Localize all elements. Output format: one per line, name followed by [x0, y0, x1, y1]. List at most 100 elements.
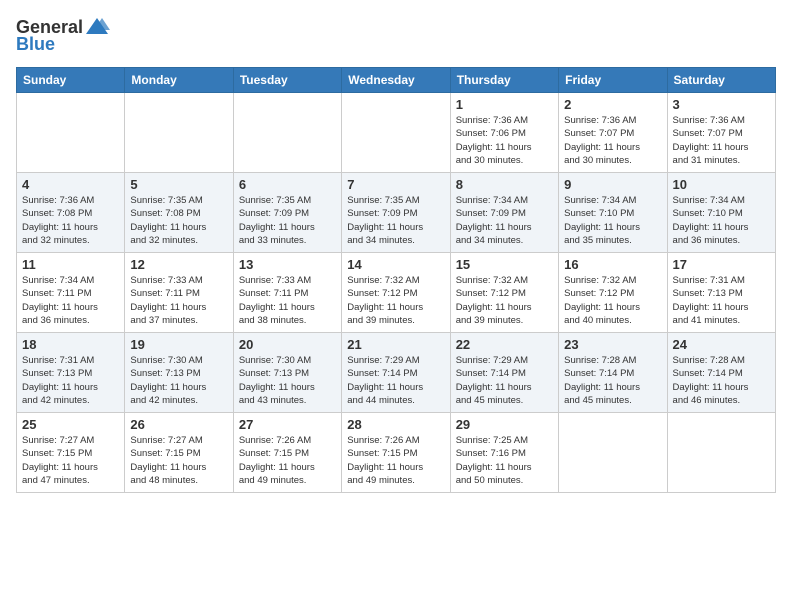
calendar-cell: 13Sunrise: 7:33 AM Sunset: 7:11 PM Dayli…	[233, 253, 341, 333]
calendar-cell: 10 Sunrise: 7:34 AM Sunset: 7:10 PM Dayli…	[667, 173, 775, 253]
weekday-header: Friday	[559, 68, 667, 93]
calendar-cell: 25Sunrise: 7:27 AM Sunset: 7:15 PM Dayli…	[17, 413, 125, 493]
calendar-cell: 2 Sunrise: 7:36 AM Sunset: 7:07 PM Daylig…	[559, 93, 667, 173]
calendar-cell: 6Sunrise: 7:35 AM Sunset: 7:09 PM Daylig…	[233, 173, 341, 253]
day-info: Sunrise: 7:36 AM Sunset: 7:07 PM Dayligh…	[564, 114, 661, 167]
day-number: 8	[456, 177, 553, 192]
day-info: Sunrise: 7:26 AM Sunset: 7:15 PM Dayligh…	[239, 434, 336, 487]
day-number: 20	[239, 337, 336, 352]
day-number: 14	[347, 257, 444, 272]
calendar-cell: 7 Sunrise: 7:35 AM Sunset: 7:09 PM Daylig…	[342, 173, 450, 253]
day-number: 21	[347, 337, 444, 352]
calendar-cell	[559, 413, 667, 493]
day-info: Sunrise: 7:32 AM Sunset: 7:12 PM Dayligh…	[564, 274, 661, 327]
day-number: 7	[347, 177, 444, 192]
day-info: Sunrise: 7:34 AM Sunset: 7:11 PM Dayligh…	[22, 274, 119, 327]
day-number: 28	[347, 417, 444, 432]
day-number: 24	[673, 337, 770, 352]
weekday-header: Monday	[125, 68, 233, 93]
day-info: Sunrise: 7:30 AM Sunset: 7:13 PM Dayligh…	[239, 354, 336, 407]
calendar-cell: 29 Sunrise: 7:25 AM Sunset: 7:16 PM Dayli…	[450, 413, 558, 493]
day-info: Sunrise: 7:34 AM Sunset: 7:10 PM Dayligh…	[673, 194, 770, 247]
calendar-cell: 22 Sunrise: 7:29 AM Sunset: 7:14 PM Dayli…	[450, 333, 558, 413]
day-info: Sunrise: 7:35 AM Sunset: 7:08 PM Dayligh…	[130, 194, 227, 247]
weekday-header: Thursday	[450, 68, 558, 93]
day-number: 10	[673, 177, 770, 192]
day-info: Sunrise: 7:34 AM Sunset: 7:10 PM Dayligh…	[564, 194, 661, 247]
calendar-cell: 1 Sunrise: 7:36 AM Sunset: 7:06 PM Daylig…	[450, 93, 558, 173]
calendar-cell: 14 Sunrise: 7:32 AM Sunset: 7:12 PM Dayli…	[342, 253, 450, 333]
day-info: Sunrise: 7:36 AM Sunset: 7:08 PM Dayligh…	[22, 194, 119, 247]
calendar-cell: 8Sunrise: 7:34 AM Sunset: 7:09 PM Daylig…	[450, 173, 558, 253]
day-info: Sunrise: 7:35 AM Sunset: 7:09 PM Dayligh…	[239, 194, 336, 247]
day-number: 19	[130, 337, 227, 352]
day-number: 29	[456, 417, 553, 432]
day-number: 17	[673, 257, 770, 272]
page-header: General Blue	[16, 16, 776, 55]
day-info: Sunrise: 7:32 AM Sunset: 7:12 PM Dayligh…	[347, 274, 444, 327]
calendar-cell: 27 Sunrise: 7:26 AM Sunset: 7:15 PM Dayli…	[233, 413, 341, 493]
day-info: Sunrise: 7:36 AM Sunset: 7:07 PM Dayligh…	[673, 114, 770, 167]
calendar-cell	[125, 93, 233, 173]
calendar-cell	[17, 93, 125, 173]
day-number: 3	[673, 97, 770, 112]
day-info: Sunrise: 7:27 AM Sunset: 7:15 PM Dayligh…	[130, 434, 227, 487]
day-number: 13	[239, 257, 336, 272]
calendar-cell: 18 Sunrise: 7:31 AM Sunset: 7:13 PM Dayli…	[17, 333, 125, 413]
weekday-header: Saturday	[667, 68, 775, 93]
day-info: Sunrise: 7:32 AM Sunset: 7:12 PM Dayligh…	[456, 274, 553, 327]
calendar-cell: 3 Sunrise: 7:36 AM Sunset: 7:07 PM Daylig…	[667, 93, 775, 173]
day-info: Sunrise: 7:26 AM Sunset: 7:15 PM Dayligh…	[347, 434, 444, 487]
weekday-header: Sunday	[17, 68, 125, 93]
day-number: 25	[22, 417, 119, 432]
calendar-cell: 21 Sunrise: 7:29 AM Sunset: 7:14 PM Dayli…	[342, 333, 450, 413]
calendar-cell: 23 Sunrise: 7:28 AM Sunset: 7:14 PM Dayli…	[559, 333, 667, 413]
day-number: 12	[130, 257, 227, 272]
logo: General Blue	[16, 16, 111, 55]
day-info: Sunrise: 7:29 AM Sunset: 7:14 PM Dayligh…	[456, 354, 553, 407]
calendar-cell: 26 Sunrise: 7:27 AM Sunset: 7:15 PM Dayli…	[125, 413, 233, 493]
calendar-cell: 19 Sunrise: 7:30 AM Sunset: 7:13 PM Dayli…	[125, 333, 233, 413]
day-info: Sunrise: 7:36 AM Sunset: 7:06 PM Dayligh…	[456, 114, 553, 167]
weekday-header: Wednesday	[342, 68, 450, 93]
calendar-cell: 15 Sunrise: 7:32 AM Sunset: 7:12 PM Dayli…	[450, 253, 558, 333]
day-number: 15	[456, 257, 553, 272]
calendar-cell: 5 Sunrise: 7:35 AM Sunset: 7:08 PM Daylig…	[125, 173, 233, 253]
logo-icon	[84, 16, 110, 38]
day-number: 18	[22, 337, 119, 352]
day-number: 9	[564, 177, 661, 192]
day-info: Sunrise: 7:31 AM Sunset: 7:13 PM Dayligh…	[22, 354, 119, 407]
weekday-header: Tuesday	[233, 68, 341, 93]
calendar-table: SundayMondayTuesdayWednesdayThursdayFrid…	[16, 67, 776, 493]
day-number: 1	[456, 97, 553, 112]
calendar-cell	[233, 93, 341, 173]
day-info: Sunrise: 7:31 AM Sunset: 7:13 PM Dayligh…	[673, 274, 770, 327]
logo-text-blue: Blue	[16, 34, 55, 55]
calendar-cell: 9 Sunrise: 7:34 AM Sunset: 7:10 PM Daylig…	[559, 173, 667, 253]
day-info: Sunrise: 7:28 AM Sunset: 7:14 PM Dayligh…	[564, 354, 661, 407]
day-number: 4	[22, 177, 119, 192]
calendar-cell	[667, 413, 775, 493]
calendar-cell: 28 Sunrise: 7:26 AM Sunset: 7:15 PM Dayli…	[342, 413, 450, 493]
day-number: 11	[22, 257, 119, 272]
day-number: 23	[564, 337, 661, 352]
day-number: 2	[564, 97, 661, 112]
day-info: Sunrise: 7:30 AM Sunset: 7:13 PM Dayligh…	[130, 354, 227, 407]
day-number: 26	[130, 417, 227, 432]
day-number: 22	[456, 337, 553, 352]
day-info: Sunrise: 7:25 AM Sunset: 7:16 PM Dayligh…	[456, 434, 553, 487]
day-info: Sunrise: 7:29 AM Sunset: 7:14 PM Dayligh…	[347, 354, 444, 407]
day-info: Sunrise: 7:28 AM Sunset: 7:14 PM Dayligh…	[673, 354, 770, 407]
day-info: Sunrise: 7:33 AM Sunset: 7:11 PM Dayligh…	[130, 274, 227, 327]
calendar-cell: 11 Sunrise: 7:34 AM Sunset: 7:11 PM Dayli…	[17, 253, 125, 333]
day-number: 5	[130, 177, 227, 192]
day-number: 16	[564, 257, 661, 272]
calendar-cell: 16 Sunrise: 7:32 AM Sunset: 7:12 PM Dayli…	[559, 253, 667, 333]
calendar-cell: 4 Sunrise: 7:36 AM Sunset: 7:08 PM Daylig…	[17, 173, 125, 253]
calendar-cell	[342, 93, 450, 173]
day-number: 27	[239, 417, 336, 432]
day-info: Sunrise: 7:35 AM Sunset: 7:09 PM Dayligh…	[347, 194, 444, 247]
calendar-cell: 24 Sunrise: 7:28 AM Sunset: 7:14 PM Dayli…	[667, 333, 775, 413]
calendar-cell: 17 Sunrise: 7:31 AM Sunset: 7:13 PM Dayli…	[667, 253, 775, 333]
calendar-cell: 20 Sunrise: 7:30 AM Sunset: 7:13 PM Dayli…	[233, 333, 341, 413]
